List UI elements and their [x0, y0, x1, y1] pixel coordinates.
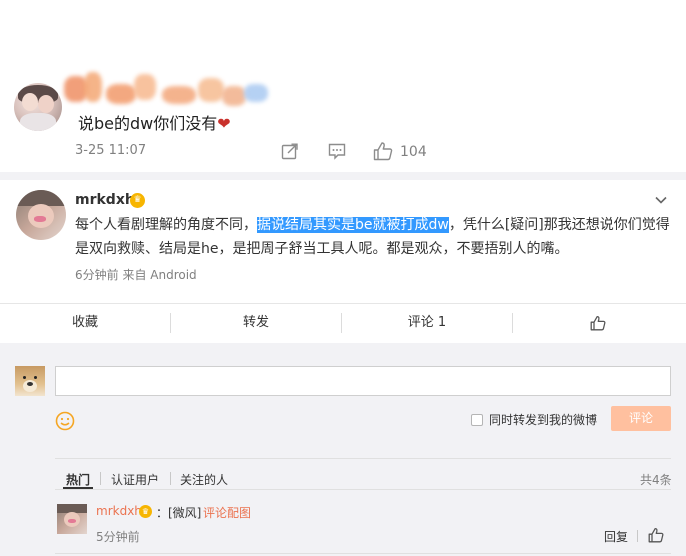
comment-total: 共4条 — [640, 473, 672, 487]
divider — [637, 530, 638, 542]
comment-icon[interactable] — [328, 142, 346, 160]
comment-button[interactable]: 评论 1 — [342, 304, 512, 342]
like-count: 104 — [400, 144, 427, 160]
post-text-content: 说be的dw你们没有 — [78, 114, 218, 133]
forward-checkbox[interactable] — [471, 414, 483, 426]
thumbs-up-icon[interactable] — [648, 527, 664, 543]
reply-time: 5分钟前 — [96, 530, 140, 544]
tab-following[interactable]: 关注的人 — [180, 471, 228, 488]
share-icon[interactable] — [281, 142, 299, 160]
thumbs-up-icon[interactable] — [373, 141, 393, 161]
comment-input[interactable] — [55, 366, 671, 396]
divider — [55, 458, 671, 459]
reply-image-link[interactable]: 评论配图 — [203, 504, 251, 521]
reply-button[interactable]: 回复 — [604, 528, 628, 545]
tab-hot[interactable]: 热门 — [66, 471, 90, 488]
post-author-avatar[interactable] — [14, 83, 62, 131]
submit-comment-button[interactable]: 评论 — [611, 406, 671, 431]
current-user-avatar[interactable] — [15, 366, 45, 396]
divider — [55, 489, 671, 490]
favorite-button[interactable]: 收藏 — [0, 304, 170, 342]
action-bar: 收藏 转发 评论 1 — [0, 304, 686, 342]
comment-text-part: 每个人看剧理解的角度不同， — [75, 217, 257, 233]
commenter-avatar[interactable] — [16, 190, 66, 240]
section-divider — [0, 172, 686, 180]
crown-icon: ♛ — [130, 193, 145, 208]
repost-button[interactable]: 转发 — [171, 304, 341, 342]
reply-username[interactable]: mrkdxh — [96, 504, 142, 518]
smile-icon[interactable] — [55, 411, 75, 431]
selected-text: 据说结局其实是be就被打成dw — [257, 217, 449, 233]
post-time: 3-25 11:07 — [75, 143, 147, 158]
comment-meta: 6分钟前 来自 Android — [75, 268, 197, 282]
commenter-username[interactable]: mrkdxh — [75, 192, 135, 208]
thumbs-up-icon — [590, 315, 606, 331]
reply-text: ：[微风] — [156, 506, 202, 520]
post-header: 说be的dw你们没有❤ 3-25 11:07 104 — [0, 0, 686, 172]
forward-label[interactable]: 同时转发到我的微博 — [489, 411, 597, 428]
redacted-username-scribble — [64, 72, 270, 108]
divider — [100, 472, 101, 485]
chevron-down-icon[interactable] — [654, 193, 668, 207]
comment-text: 每个人看剧理解的角度不同，据说结局其实是be就被打成dw，凭什么[疑问]那我还想… — [75, 213, 673, 261]
divider — [170, 472, 171, 485]
reply-avatar[interactable] — [57, 504, 87, 534]
post-text: 说be的dw你们没有❤ — [78, 110, 231, 134]
crown-icon: ♛ — [139, 505, 152, 518]
tab-verified[interactable]: 认证用户 — [111, 471, 159, 488]
heart-icon: ❤ — [217, 114, 231, 133]
divider — [55, 553, 671, 554]
like-button[interactable] — [513, 304, 686, 342]
